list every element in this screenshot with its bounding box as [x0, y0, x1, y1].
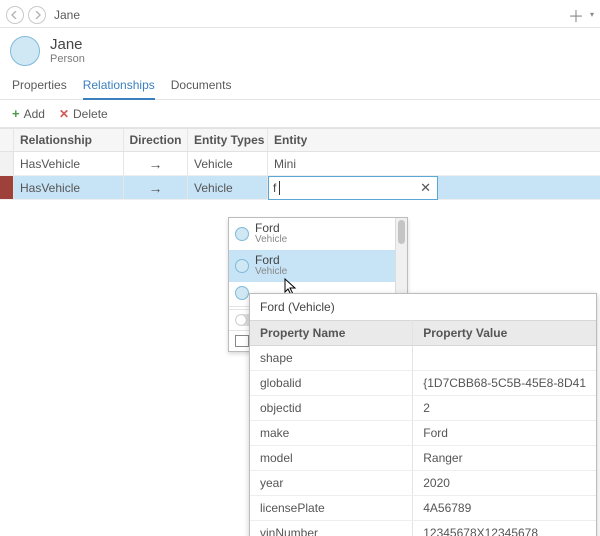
cell-direction: → — [124, 152, 188, 175]
cell-entity[interactable]: Mini — [268, 152, 438, 175]
suggestion-item[interactable]: Ford Vehicle — [229, 218, 395, 250]
cell-entity-type: Vehicle — [188, 176, 268, 199]
add-button-label: Add — [24, 107, 45, 121]
table-row[interactable]: HasVehicle → Vehicle ✕ — [0, 176, 600, 200]
entity-symbol-icon — [235, 286, 249, 300]
suggestion-item[interactable]: Ford Vehicle — [229, 250, 395, 282]
property-row: shape — [250, 346, 596, 371]
extent-icon[interactable] — [235, 335, 249, 347]
tab-documents[interactable]: Documents — [171, 74, 232, 99]
entity-tooltip-pane: Ford (Vehicle) Property Name Property Va… — [249, 293, 597, 536]
relationships-toolbar: + Add ✕ Delete — [0, 100, 600, 128]
text-caret-icon — [279, 181, 280, 195]
entity-type: Person — [50, 53, 85, 65]
suggestion-label: Ford — [255, 254, 287, 266]
property-row: modelRanger — [250, 446, 596, 471]
col-entity-types[interactable]: Entity Types — [188, 129, 268, 151]
nav-back-button[interactable] — [6, 6, 24, 24]
col-direction[interactable]: Direction — [124, 129, 188, 151]
col-property-value: Property Value — [413, 321, 596, 346]
entity-header: Jane Person — [0, 28, 600, 70]
property-row: licensePlate4A56789 — [250, 496, 596, 521]
add-button[interactable]: + Add — [12, 106, 45, 121]
breadcrumb[interactable]: Jane — [54, 8, 80, 22]
add-menu-button[interactable]: ＋ — [568, 3, 584, 27]
tab-relationships[interactable]: Relationships — [83, 74, 155, 100]
direction-arrow-icon: → — [149, 156, 163, 172]
property-row: vinNumber12345678X12345678 — [250, 521, 596, 536]
add-menu-caret-icon: ▾ — [590, 10, 594, 19]
suggestion-type: Vehicle — [255, 234, 287, 246]
suggestion-label: Ford — [255, 222, 287, 234]
entity-symbol-icon — [10, 36, 40, 66]
delete-button[interactable]: ✕ Delete — [59, 107, 108, 121]
x-icon: ✕ — [59, 107, 69, 121]
property-table: Property Name Property Value shape globa… — [250, 320, 596, 536]
nav-forward-button[interactable] — [28, 6, 46, 24]
grid-header: Relationship Direction Entity Types Enti… — [0, 128, 600, 152]
cell-direction: → — [124, 176, 188, 199]
property-row: year2020 — [250, 471, 596, 496]
property-row: objectid2 — [250, 396, 596, 421]
delete-button-label: Delete — [73, 107, 108, 121]
property-row: makeFord — [250, 421, 596, 446]
entity-tabs: Properties Relationships Documents — [0, 70, 600, 100]
clear-input-button[interactable]: ✕ — [414, 180, 437, 196]
cell-relationship: HasVehicle — [14, 152, 124, 175]
entity-symbol-icon — [235, 259, 249, 273]
entity-symbol-icon — [235, 227, 249, 241]
tab-properties[interactable]: Properties — [12, 74, 67, 99]
col-property-name: Property Name — [250, 321, 413, 346]
plus-icon: + — [12, 106, 20, 121]
cell-relationship: HasVehicle — [14, 176, 124, 199]
tooltip-title: Ford (Vehicle) — [250, 294, 596, 320]
col-relationship[interactable]: Relationship — [14, 129, 124, 151]
direction-arrow-icon: → — [149, 180, 163, 196]
row-handle[interactable] — [0, 176, 14, 199]
scrollbar-thumb[interactable] — [398, 220, 405, 244]
entity-search-cell[interactable]: ✕ — [268, 176, 438, 200]
row-handle[interactable] — [0, 152, 14, 175]
property-row: globalid{1D7CBB68-5C5B-45E8-8D41 — [250, 371, 596, 396]
suggestion-type: Vehicle — [255, 266, 287, 278]
entity-title: Jane — [50, 37, 85, 54]
top-bar: Jane ＋ ▾ — [0, 0, 600, 28]
cell-entity-type: Vehicle — [188, 152, 268, 175]
table-row[interactable]: HasVehicle → Vehicle Mini — [0, 152, 600, 176]
col-entity[interactable]: Entity — [268, 129, 438, 151]
